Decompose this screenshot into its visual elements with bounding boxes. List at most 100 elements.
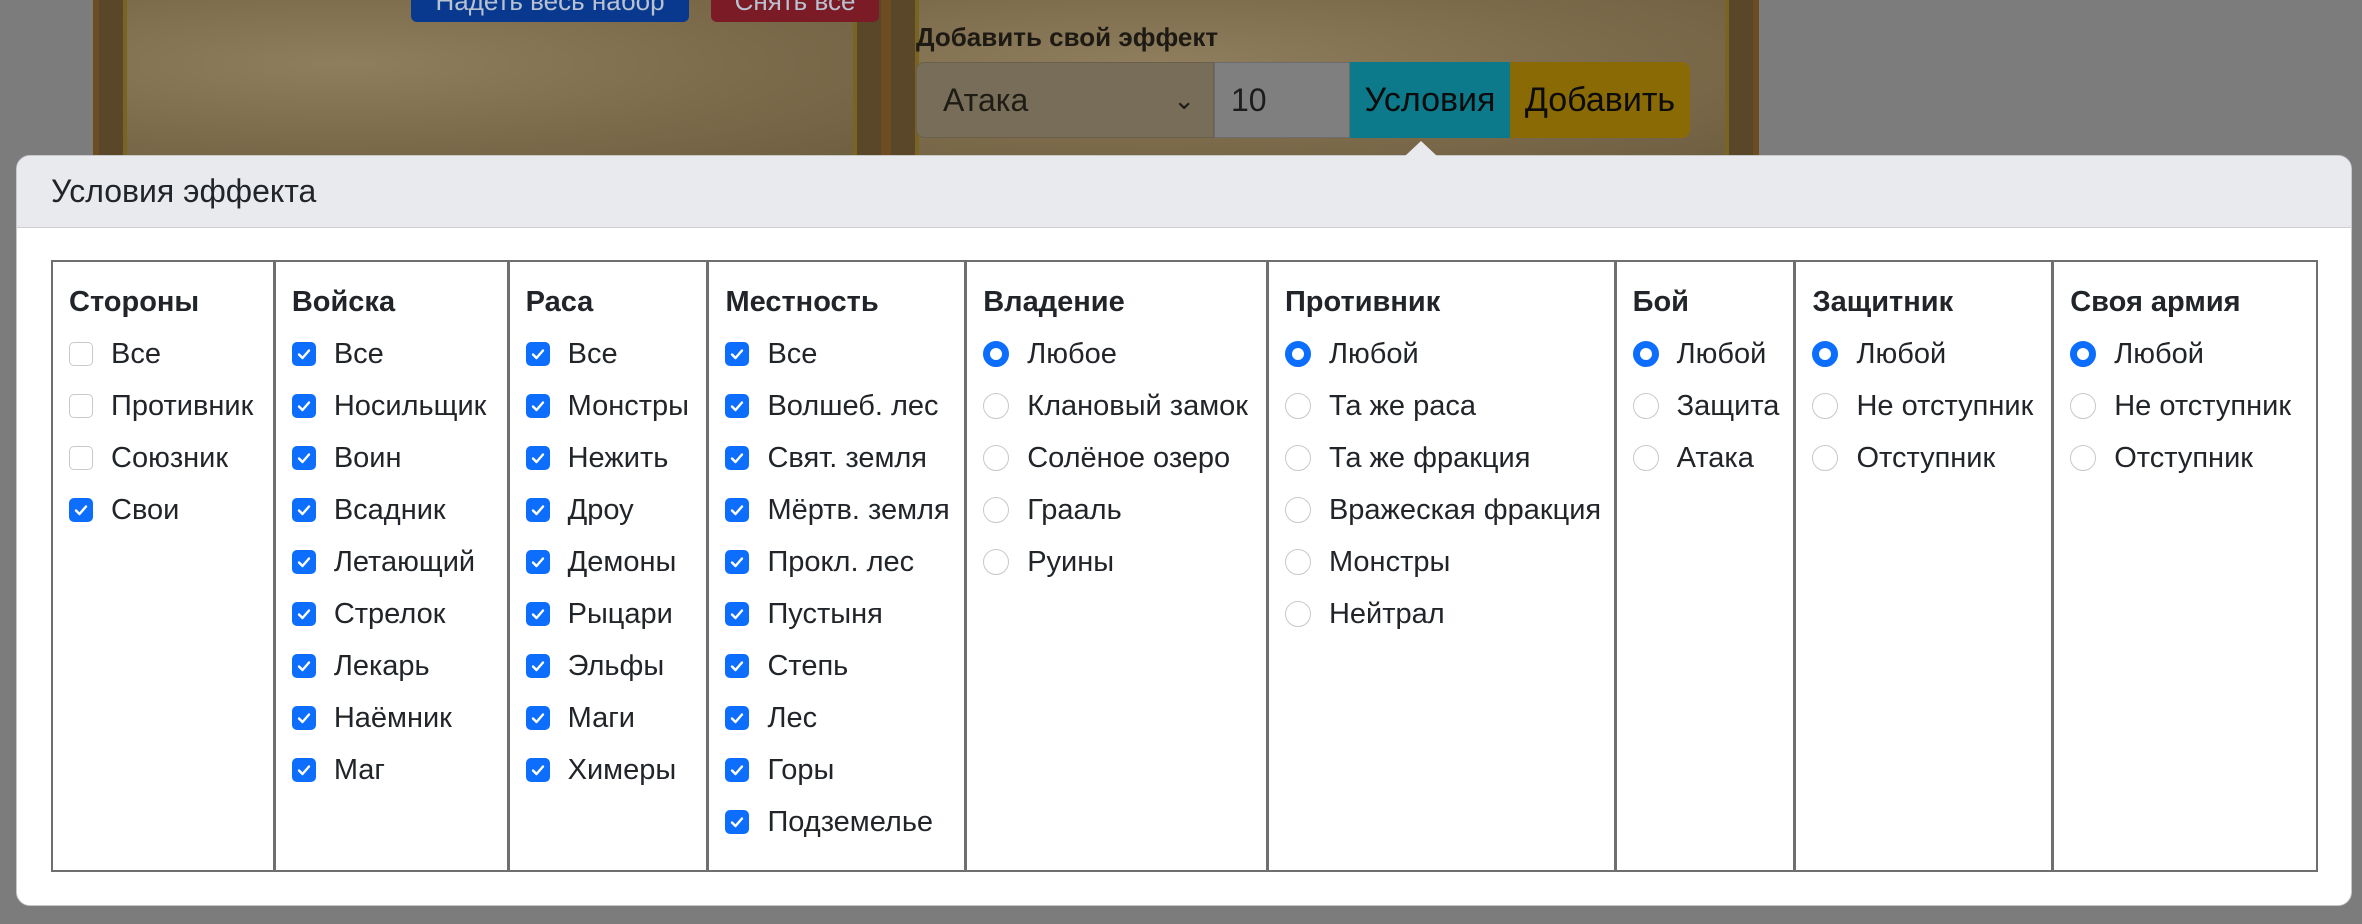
radio-option[interactable]: Руины bbox=[983, 536, 1266, 588]
checkbox[interactable] bbox=[291, 498, 316, 522]
checkbox[interactable] bbox=[725, 654, 750, 678]
radio-button[interactable] bbox=[1284, 601, 1311, 627]
checkbox-option[interactable]: Противник bbox=[69, 380, 273, 432]
checkbox[interactable] bbox=[525, 550, 550, 574]
checkbox-option[interactable]: Летающий bbox=[291, 536, 507, 588]
checkbox[interactable] bbox=[291, 446, 316, 470]
radio-option[interactable]: Любой bbox=[1812, 328, 2051, 380]
radio-button[interactable] bbox=[1812, 341, 1839, 367]
radio-button[interactable] bbox=[1284, 445, 1311, 471]
checkbox-option[interactable]: Все bbox=[525, 328, 707, 380]
checkbox[interactable] bbox=[725, 342, 750, 366]
checkbox-option[interactable]: Лекарь bbox=[291, 640, 507, 692]
checkbox-option[interactable]: Свои bbox=[69, 484, 273, 536]
checkbox[interactable] bbox=[725, 446, 750, 470]
radio-button[interactable] bbox=[983, 445, 1010, 471]
checkbox-option[interactable]: Монстры bbox=[525, 380, 707, 432]
effect-value-input[interactable]: 10 bbox=[1214, 62, 1350, 138]
radio-button[interactable] bbox=[1632, 445, 1659, 471]
checkbox[interactable] bbox=[725, 394, 750, 418]
checkbox[interactable] bbox=[725, 550, 750, 574]
checkbox[interactable] bbox=[525, 342, 550, 366]
radio-button[interactable] bbox=[983, 341, 1010, 367]
checkbox-option[interactable]: Химеры bbox=[525, 744, 707, 796]
radio-button[interactable] bbox=[1284, 393, 1311, 419]
radio-button[interactable] bbox=[1284, 341, 1311, 367]
checkbox[interactable] bbox=[725, 706, 750, 730]
checkbox-option[interactable]: Наёмник bbox=[291, 692, 507, 744]
radio-option[interactable]: Не отступник bbox=[2070, 380, 2316, 432]
radio-button[interactable] bbox=[1812, 393, 1839, 419]
checkbox[interactable] bbox=[725, 602, 750, 626]
radio-option[interactable]: Любой bbox=[2070, 328, 2316, 380]
radio-option[interactable]: Атака bbox=[1632, 432, 1794, 484]
radio-option[interactable]: Отступник bbox=[1812, 432, 2051, 484]
checkbox-option[interactable]: Эльфы bbox=[525, 640, 707, 692]
radio-option[interactable]: Грааль bbox=[983, 484, 1266, 536]
radio-button[interactable] bbox=[2070, 445, 2097, 471]
radio-option[interactable]: Нейтрал bbox=[1284, 588, 1614, 640]
radio-option[interactable]: Защита bbox=[1632, 380, 1794, 432]
effect-type-select[interactable]: Атака ⌄ bbox=[916, 62, 1214, 138]
equip-set-button[interactable]: Надеть весь набор bbox=[411, 0, 689, 22]
checkbox[interactable] bbox=[525, 654, 550, 678]
checkbox-option[interactable]: Пустыня bbox=[725, 588, 964, 640]
remove-all-button[interactable]: Снять все bbox=[711, 0, 879, 22]
radio-option[interactable]: Та же фракция bbox=[1284, 432, 1614, 484]
checkbox-option[interactable]: Нежить bbox=[525, 432, 707, 484]
checkbox-option[interactable]: Союзник bbox=[69, 432, 273, 484]
checkbox-option[interactable]: Подземелье bbox=[725, 796, 964, 848]
checkbox[interactable] bbox=[291, 602, 316, 626]
checkbox[interactable] bbox=[525, 446, 550, 470]
radio-option[interactable]: Не отступник bbox=[1812, 380, 2051, 432]
radio-button[interactable] bbox=[2070, 393, 2097, 419]
checkbox-option[interactable]: Маг bbox=[291, 744, 507, 796]
checkbox-option[interactable]: Волшеб. лес bbox=[725, 380, 964, 432]
checkbox[interactable] bbox=[291, 342, 316, 366]
checkbox[interactable] bbox=[725, 758, 750, 782]
checkbox-option[interactable]: Прокл. лес bbox=[725, 536, 964, 588]
radio-option[interactable]: Та же раса bbox=[1284, 380, 1614, 432]
checkbox-option[interactable]: Все bbox=[725, 328, 964, 380]
radio-option[interactable]: Любой bbox=[1284, 328, 1614, 380]
radio-button[interactable] bbox=[1632, 393, 1659, 419]
checkbox[interactable] bbox=[525, 498, 550, 522]
checkbox-option[interactable]: Горы bbox=[725, 744, 964, 796]
checkbox[interactable] bbox=[291, 706, 316, 730]
checkbox[interactable] bbox=[291, 550, 316, 574]
checkbox-option[interactable]: Рыцари bbox=[525, 588, 707, 640]
checkbox[interactable] bbox=[69, 446, 93, 470]
radio-button[interactable] bbox=[2070, 341, 2097, 367]
checkbox-option[interactable]: Мёртв. земля bbox=[725, 484, 964, 536]
checkbox-option[interactable]: Степь bbox=[725, 640, 964, 692]
conditions-button[interactable]: Условия bbox=[1350, 62, 1510, 138]
checkbox-option[interactable]: Все bbox=[69, 328, 273, 380]
checkbox[interactable] bbox=[291, 758, 316, 782]
radio-option[interactable]: Вражеская фракция bbox=[1284, 484, 1614, 536]
checkbox-option[interactable]: Воин bbox=[291, 432, 507, 484]
radio-option[interactable]: Любой bbox=[1632, 328, 1794, 380]
checkbox-option[interactable]: Лес bbox=[725, 692, 964, 744]
radio-button[interactable] bbox=[1284, 549, 1311, 575]
checkbox-option[interactable]: Носильщик bbox=[291, 380, 507, 432]
checkbox[interactable] bbox=[525, 758, 550, 782]
radio-option[interactable]: Отступник bbox=[2070, 432, 2316, 484]
checkbox-option[interactable]: Демоны bbox=[525, 536, 707, 588]
radio-option[interactable]: Любое bbox=[983, 328, 1266, 380]
checkbox-option[interactable]: Всадник bbox=[291, 484, 507, 536]
checkbox[interactable] bbox=[525, 602, 550, 626]
radio-button[interactable] bbox=[1812, 445, 1839, 471]
checkbox[interactable] bbox=[725, 498, 750, 522]
radio-button[interactable] bbox=[983, 549, 1010, 575]
checkbox[interactable] bbox=[69, 394, 93, 418]
radio-option[interactable]: Клановый замок bbox=[983, 380, 1266, 432]
checkbox[interactable] bbox=[291, 654, 316, 678]
radio-button[interactable] bbox=[1284, 497, 1311, 523]
radio-button[interactable] bbox=[983, 393, 1010, 419]
checkbox-option[interactable]: Свят. земля bbox=[725, 432, 964, 484]
checkbox[interactable] bbox=[69, 498, 93, 522]
radio-option[interactable]: Солёное озеро bbox=[983, 432, 1266, 484]
radio-button[interactable] bbox=[1632, 341, 1659, 367]
checkbox-option[interactable]: Все bbox=[291, 328, 507, 380]
checkbox-option[interactable]: Стрелок bbox=[291, 588, 507, 640]
